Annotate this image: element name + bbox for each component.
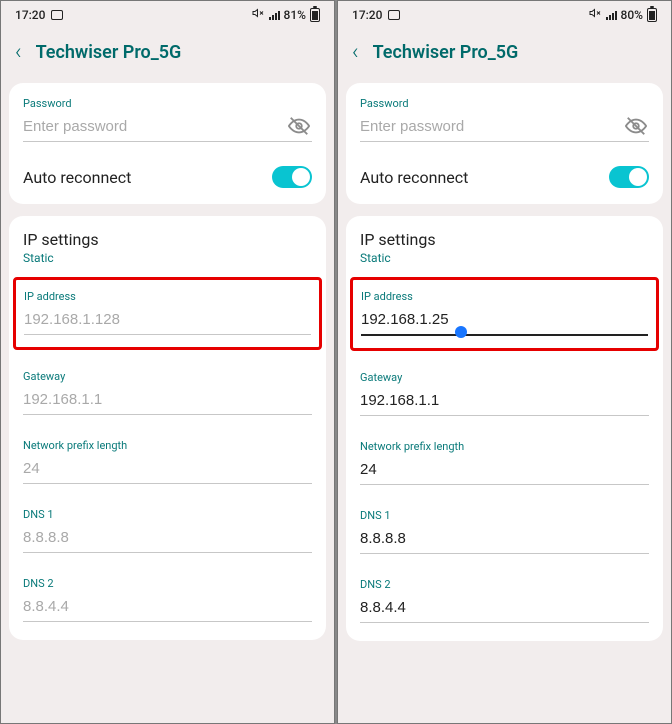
ip-settings-heading: IP settings [23,230,312,249]
dns1-input[interactable] [360,526,649,554]
dns2-input[interactable] [360,595,649,623]
battery-percent: 81% [284,8,306,22]
picture-icon [51,10,63,20]
page-title: Techwiser Pro_5G [373,42,519,63]
app-bar: ‹ Techwiser Pro_5G [1,26,334,83]
dns1-label: DNS 1 [23,508,312,521]
dns1-label: DNS 1 [360,509,649,522]
status-bar: 17:20 80% [338,1,671,26]
ip-settings-card: IP settings Static IP address Gateway Ne… [346,216,663,641]
gateway-label: Gateway [360,371,649,384]
ip-settings-mode[interactable]: Static [23,251,312,265]
dns1-input[interactable] [23,525,312,553]
prefix-label: Network prefix length [360,440,649,453]
picture-icon [388,10,400,20]
dns2-label: DNS 2 [23,577,312,590]
ip-address-label: IP address [24,290,311,303]
battery-icon [647,8,657,22]
phone-screen-right: 17:20 80% ‹ Techwiser Pro_5G Password Au… [337,0,672,724]
battery-icon [310,8,320,22]
credentials-card: Password Auto reconnect [346,83,663,204]
ip-address-highlight: IP address [13,277,322,350]
back-icon[interactable]: ‹ [15,40,22,65]
status-time: 17:20 [352,8,382,22]
dns2-input[interactable] [23,594,312,622]
prefix-input[interactable] [360,457,649,485]
signal-icon [269,10,280,20]
auto-reconnect-toggle[interactable] [609,166,649,188]
ip-settings-heading: IP settings [360,230,649,249]
auto-reconnect-toggle[interactable] [272,166,312,188]
page-title: Techwiser Pro_5G [36,42,182,63]
ip-settings-card: IP settings Static IP address Gateway Ne… [9,216,326,640]
prefix-label: Network prefix length [23,439,312,452]
ip-address-input[interactable] [24,307,311,335]
gateway-input[interactable] [23,387,312,415]
status-time: 17:20 [15,8,45,22]
battery-percent: 80% [621,8,643,22]
mute-icon [588,7,602,22]
visibility-off-icon[interactable] [288,115,310,141]
signal-icon [606,10,617,20]
app-bar: ‹ Techwiser Pro_5G [338,26,671,83]
credentials-card: Password Auto reconnect [9,83,326,204]
ip-address-highlight: IP address [350,277,659,351]
status-bar: 17:20 81% [1,1,334,26]
gateway-input[interactable] [360,388,649,416]
ip-address-input[interactable] [361,307,648,336]
auto-reconnect-label: Auto reconnect [23,168,131,187]
visibility-off-icon[interactable] [625,115,647,141]
prefix-input[interactable] [23,456,312,484]
password-label: Password [360,97,649,110]
text-cursor-handle-icon[interactable] [455,326,467,338]
auto-reconnect-label: Auto reconnect [360,168,468,187]
back-icon[interactable]: ‹ [352,40,359,65]
ip-address-label: IP address [361,290,648,303]
ip-settings-mode[interactable]: Static [360,251,649,265]
dns2-label: DNS 2 [360,578,649,591]
password-label: Password [23,97,312,110]
gateway-label: Gateway [23,370,312,383]
mute-icon [251,7,265,22]
password-input[interactable] [360,114,649,142]
password-input[interactable] [23,114,312,142]
phone-screen-left: 17:20 81% ‹ Techwiser Pro_5G Password Au… [0,0,335,724]
